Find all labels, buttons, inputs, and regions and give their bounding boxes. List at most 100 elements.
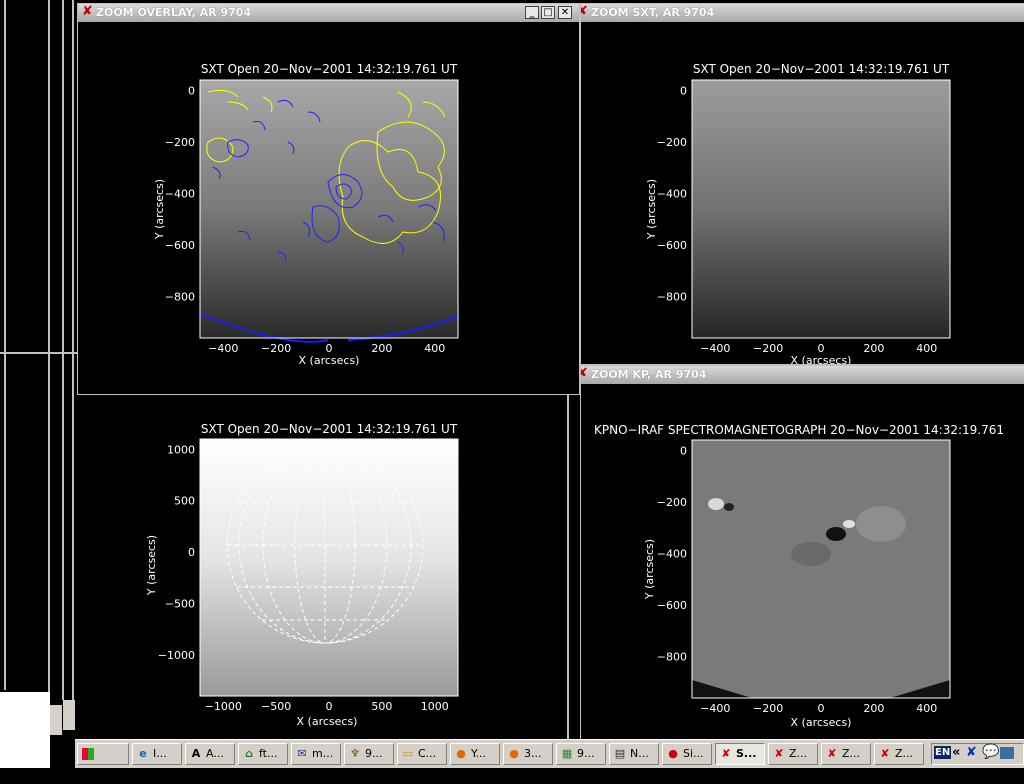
x-tick-label: 200 xyxy=(371,342,392,355)
maximize-button[interactable]: □ xyxy=(541,6,555,19)
taskbar-button[interactable]: ▦ 9... xyxy=(556,743,606,765)
x-tick-label: 400 xyxy=(916,702,937,715)
taskbar-button-label: 9... xyxy=(577,747,595,760)
y-tick-label: −200 xyxy=(657,496,687,509)
x-tick-label: −500 xyxy=(261,700,291,713)
full-plot-title: SXT Open 20−Nov−2001 14:32:19.761 UT xyxy=(201,422,458,436)
taskbar-button-label: 9... xyxy=(365,747,383,760)
taskbar-button-label: Z... xyxy=(895,747,914,760)
taskbar-button[interactable]: ✉ m... xyxy=(291,743,341,765)
taskbar-button-label: Z... xyxy=(789,747,808,760)
y-tick-label: 500 xyxy=(174,495,195,508)
kp-plot-title: KPNO−IRAF SPECTROMAGNETOGRAPH 20−Nov−200… xyxy=(594,423,1004,437)
y-tick-label: −400 xyxy=(657,188,687,201)
idl-x-icon: ✘ xyxy=(581,5,589,18)
taskbar-button-label: N... xyxy=(630,747,649,760)
y-tick-label: 1000 xyxy=(167,443,195,456)
x-tick-label: 0 xyxy=(326,700,333,713)
start-button[interactable]: Start xyxy=(77,743,129,781)
acrobat-icon: A xyxy=(191,747,201,760)
window-title: ZOOM OVERLAY, AR 9704 xyxy=(96,6,252,19)
taskbar-button-label: 3... xyxy=(524,747,542,760)
y-tick-label: −200 xyxy=(165,136,195,149)
minimize-button[interactable]: _ xyxy=(525,6,539,19)
y-tick-label: −400 xyxy=(165,188,195,201)
network-icon[interactable] xyxy=(1000,747,1014,759)
idl-x-icon: ✘ xyxy=(581,367,589,380)
taskbar-button[interactable]: ● Si... xyxy=(662,743,712,765)
x-tick-label: −200 xyxy=(753,342,783,355)
idl-x-icon: ✘ xyxy=(82,4,93,19)
taskbar-button-label: Si... xyxy=(683,747,704,760)
window-title: ZOOM SXT, AR 9704 xyxy=(591,6,715,19)
taskbar-button-label: Y... xyxy=(471,747,486,760)
sxt-plot: SXT Open 20−Nov−2001 14:32:19.761 UT X (… xyxy=(645,62,951,364)
notepad-icon: ▤ xyxy=(614,747,626,760)
x-tick-label: 200 xyxy=(863,702,884,715)
taskbar-button[interactable]: ♆ 9... xyxy=(344,743,394,765)
x-tick-label: −400 xyxy=(700,702,730,715)
zoom-kp-titlebar[interactable]: ✘ ZOOM KP, AR 9704 xyxy=(581,366,1024,384)
sxt-plot-xlabel: X (arcsecs) xyxy=(791,354,852,364)
ie-icon: e xyxy=(139,747,147,760)
y-tick-label: −600 xyxy=(165,239,195,252)
taskbar-button[interactable]: ● 3... xyxy=(503,743,553,765)
full-plot-ylabel: Y (arcsecs) xyxy=(145,535,158,596)
y-tick-label: −200 xyxy=(657,136,687,149)
x-tick-label: −200 xyxy=(753,702,783,715)
x-tick-label: 0 xyxy=(818,702,825,715)
zoom-kp-window[interactable]: ✘ ZOOM KP, AR 9704 KPNO−IRAF SPECTROMAGN… xyxy=(580,365,1024,740)
x-tick-label: −1000 xyxy=(205,700,242,713)
taskbar-button-label: A... xyxy=(206,747,224,760)
sxt-plot-title: SXT Open 20−Nov−2001 14:32:19.761 UT xyxy=(693,62,950,76)
taskbar-button[interactable]: ▭ C... xyxy=(397,743,447,765)
y-tick-label: −500 xyxy=(165,597,195,610)
idl-x-icon[interactable]: ✘ xyxy=(966,745,977,760)
taskbar-button[interactable]: e I... xyxy=(132,743,182,765)
zoom-overlay-window[interactable]: ✘ ZOOM OVERLAY, AR 9704 _ □ ✕ SXT Open 2… xyxy=(77,3,580,395)
zoom-sxt-titlebar[interactable]: ✘ ZOOM SXT, AR 9704 xyxy=(581,4,1024,22)
taskbar-button[interactable]: ▤ N... xyxy=(609,743,659,765)
taskbar-button[interactable]: ✘ Z... xyxy=(874,743,924,765)
zoom-sxt-window[interactable]: ✘ ZOOM SXT, AR 9704 SXT Open 20−Nov−2001… xyxy=(580,3,1024,365)
background-window-edges xyxy=(0,0,78,768)
taskbar-button[interactable]: ● Y... xyxy=(450,743,500,765)
app-icon: ♆ xyxy=(350,747,360,760)
taskbar-button-label: I... xyxy=(153,747,167,760)
overlay-plot-xlabel: X (arcsecs) xyxy=(299,354,360,367)
x-tick-label: 1000 xyxy=(421,700,449,713)
y-tick-label: −800 xyxy=(657,651,687,664)
x-tick-label: 200 xyxy=(863,342,884,355)
full-disk-image xyxy=(200,439,458,696)
folder-icon: ▭ xyxy=(402,747,414,760)
language-indicator[interactable]: EN xyxy=(934,746,952,759)
taskbar-button[interactable]: ✘ Z... xyxy=(768,743,818,765)
tray-chevron-button[interactable]: « xyxy=(952,745,960,760)
taskbar: Start e I... A A... ⌂ ft... ✉ m... ♆ 9... ▭ C... ● Y.… xyxy=(75,739,1024,781)
chat-icon[interactable]: 💬 xyxy=(982,744,999,760)
close-button[interactable]: ✕ xyxy=(558,6,572,19)
x-tick-label: −200 xyxy=(261,342,291,355)
y-tick-label: −600 xyxy=(657,239,687,252)
taskbar-button[interactable]: ✘ Z... xyxy=(821,743,871,765)
overlay-plot: SXT Open 20−Nov−2001 14:32:19.761 UT X (… xyxy=(153,62,459,367)
y-tick-label: −800 xyxy=(165,291,195,304)
y-tick-label: −1000 xyxy=(158,649,195,662)
magnetogram-image xyxy=(692,440,950,698)
taskbar-button-label: S... xyxy=(736,747,757,760)
y-tick-label: −800 xyxy=(657,291,687,304)
image-icon: ▦ xyxy=(561,747,573,760)
taskbar-button[interactable]: A A... xyxy=(185,743,235,765)
x-tick-label: −400 xyxy=(208,342,238,355)
window-title: ZOOM KP, AR 9704 xyxy=(591,368,707,381)
kp-plot: KPNO−IRAF SPECTROMAGNETOGRAPH 20−Nov−200… xyxy=(594,423,1004,729)
full-disk-plot: SXT Open 20−Nov−2001 14:32:19.761 UT X (… xyxy=(145,422,459,728)
taskbar-button[interactable]: ⌂ ft... xyxy=(238,743,288,765)
zoom-overlay-titlebar[interactable]: ✘ ZOOM OVERLAY, AR 9704 _ □ ✕ xyxy=(78,4,579,22)
taskbar-button[interactable]: ✘ S... xyxy=(715,743,765,765)
x-tick-label: 0 xyxy=(818,342,825,355)
full-plot-xlabel: X (arcsecs) xyxy=(297,715,358,728)
x-tick-label: −400 xyxy=(700,342,730,355)
sxt-image xyxy=(692,80,950,338)
y-tick-label: 0 xyxy=(680,444,687,457)
